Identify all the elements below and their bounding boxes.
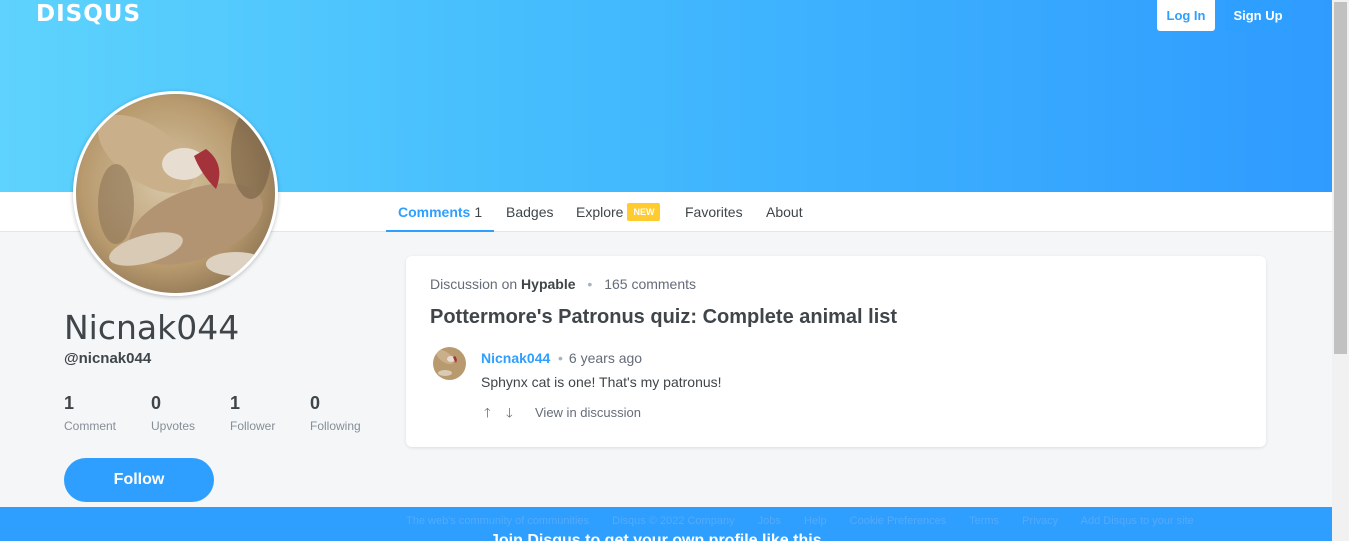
stat-following[interactable]: 0 Following [310,393,361,433]
stat-label: Upvotes [151,419,196,433]
tab-comments-label: Comments [398,204,471,220]
footer-link[interactable]: The web's community of communities [406,515,589,527]
view-in-discussion-link[interactable]: View in discussion [535,405,641,420]
discussion-line: Discussion on Hypable • 165 comments [430,276,696,292]
footer-link[interactable]: Terms [969,515,999,527]
separator-dot: • [587,276,593,292]
discussion-prefix: Discussion on [430,276,518,292]
separator-dot: • [558,350,563,366]
comment-text: Sphynx cat is one! That's my patronus! [481,374,722,390]
stat-value: 0 [310,393,321,413]
profile-handle: @nicnak044 [64,350,152,367]
footer-links: The web's community of communities Disqu… [406,515,1214,527]
stat-label: Comment [64,419,117,433]
follow-button[interactable]: Follow [64,458,214,502]
stat-comments[interactable]: 1 Comment [64,393,116,433]
comment-meta: • 6 years ago [558,350,642,366]
comment-author-link[interactable]: Nicnak044 [481,350,550,366]
tab-badges[interactable]: Badges [506,192,553,232]
signup-button[interactable]: Sign Up [1225,0,1291,31]
tab-comments[interactable]: Comments 1 [386,192,495,232]
scrollbar-thumb[interactable] [1334,2,1347,354]
comment-card: Discussion on Hypable • 165 comments Pot… [406,256,1266,447]
stat-value: 1 [64,393,75,413]
tab-comments-count: 1 [474,204,483,220]
tab-explore[interactable]: Explore NEW [576,192,661,232]
login-button[interactable]: Log In [1157,0,1215,31]
cat-photo-icon [433,347,466,380]
footer-link[interactable]: Cookie Preferences [850,515,947,527]
cat-photo-icon [76,94,275,293]
tab-about-label: About [766,204,803,220]
upvote-icon[interactable]: 🡑 [484,404,491,426]
stat-value: 0 [151,393,162,413]
stat-label: Follower [230,419,276,433]
tab-favorites-label: Favorites [685,204,743,220]
profile-avatar [73,91,278,296]
tab-explore-label: Explore [576,204,624,220]
footer-link[interactable]: Help [804,515,827,527]
new-badge: NEW [627,203,661,222]
tab-badges-label: Badges [506,204,554,220]
join-cta: Join Disqus to get your own profile like… [490,532,822,541]
footer-link[interactable]: Add Disqus to your site [1081,515,1194,527]
comment-time-link[interactable]: 6 years ago [569,350,642,366]
footer-banner: The web's community of communities Disqu… [0,507,1332,541]
tab-about[interactable]: About [766,192,803,232]
stat-followers[interactable]: 1 Follower [230,393,275,433]
tab-favorites[interactable]: Favorites [685,192,743,232]
forum-link[interactable]: Hypable [521,276,575,292]
footer-link[interactable]: Disqus © 2022 Company [612,515,734,527]
disqus-logo[interactable]: DISQUS [36,1,141,27]
comment-avatar[interactable] [433,347,466,380]
stat-label: Following [310,419,361,433]
stat-value: 1 [230,393,241,413]
comments-count-link[interactable]: 165 comments [604,276,696,292]
stat-upvotes[interactable]: 0 Upvotes [151,393,195,433]
footer-link[interactable]: Privacy [1022,515,1058,527]
page-scrollbar[interactable] [1332,0,1349,541]
footer-link[interactable]: Jobs [758,515,781,527]
profile-name: Nicnak044 [64,308,240,347]
thread-title-link[interactable]: Pottermore's Patronus quiz: Complete ani… [430,306,897,329]
downvote-icon[interactable]: 🡓 [506,404,513,426]
